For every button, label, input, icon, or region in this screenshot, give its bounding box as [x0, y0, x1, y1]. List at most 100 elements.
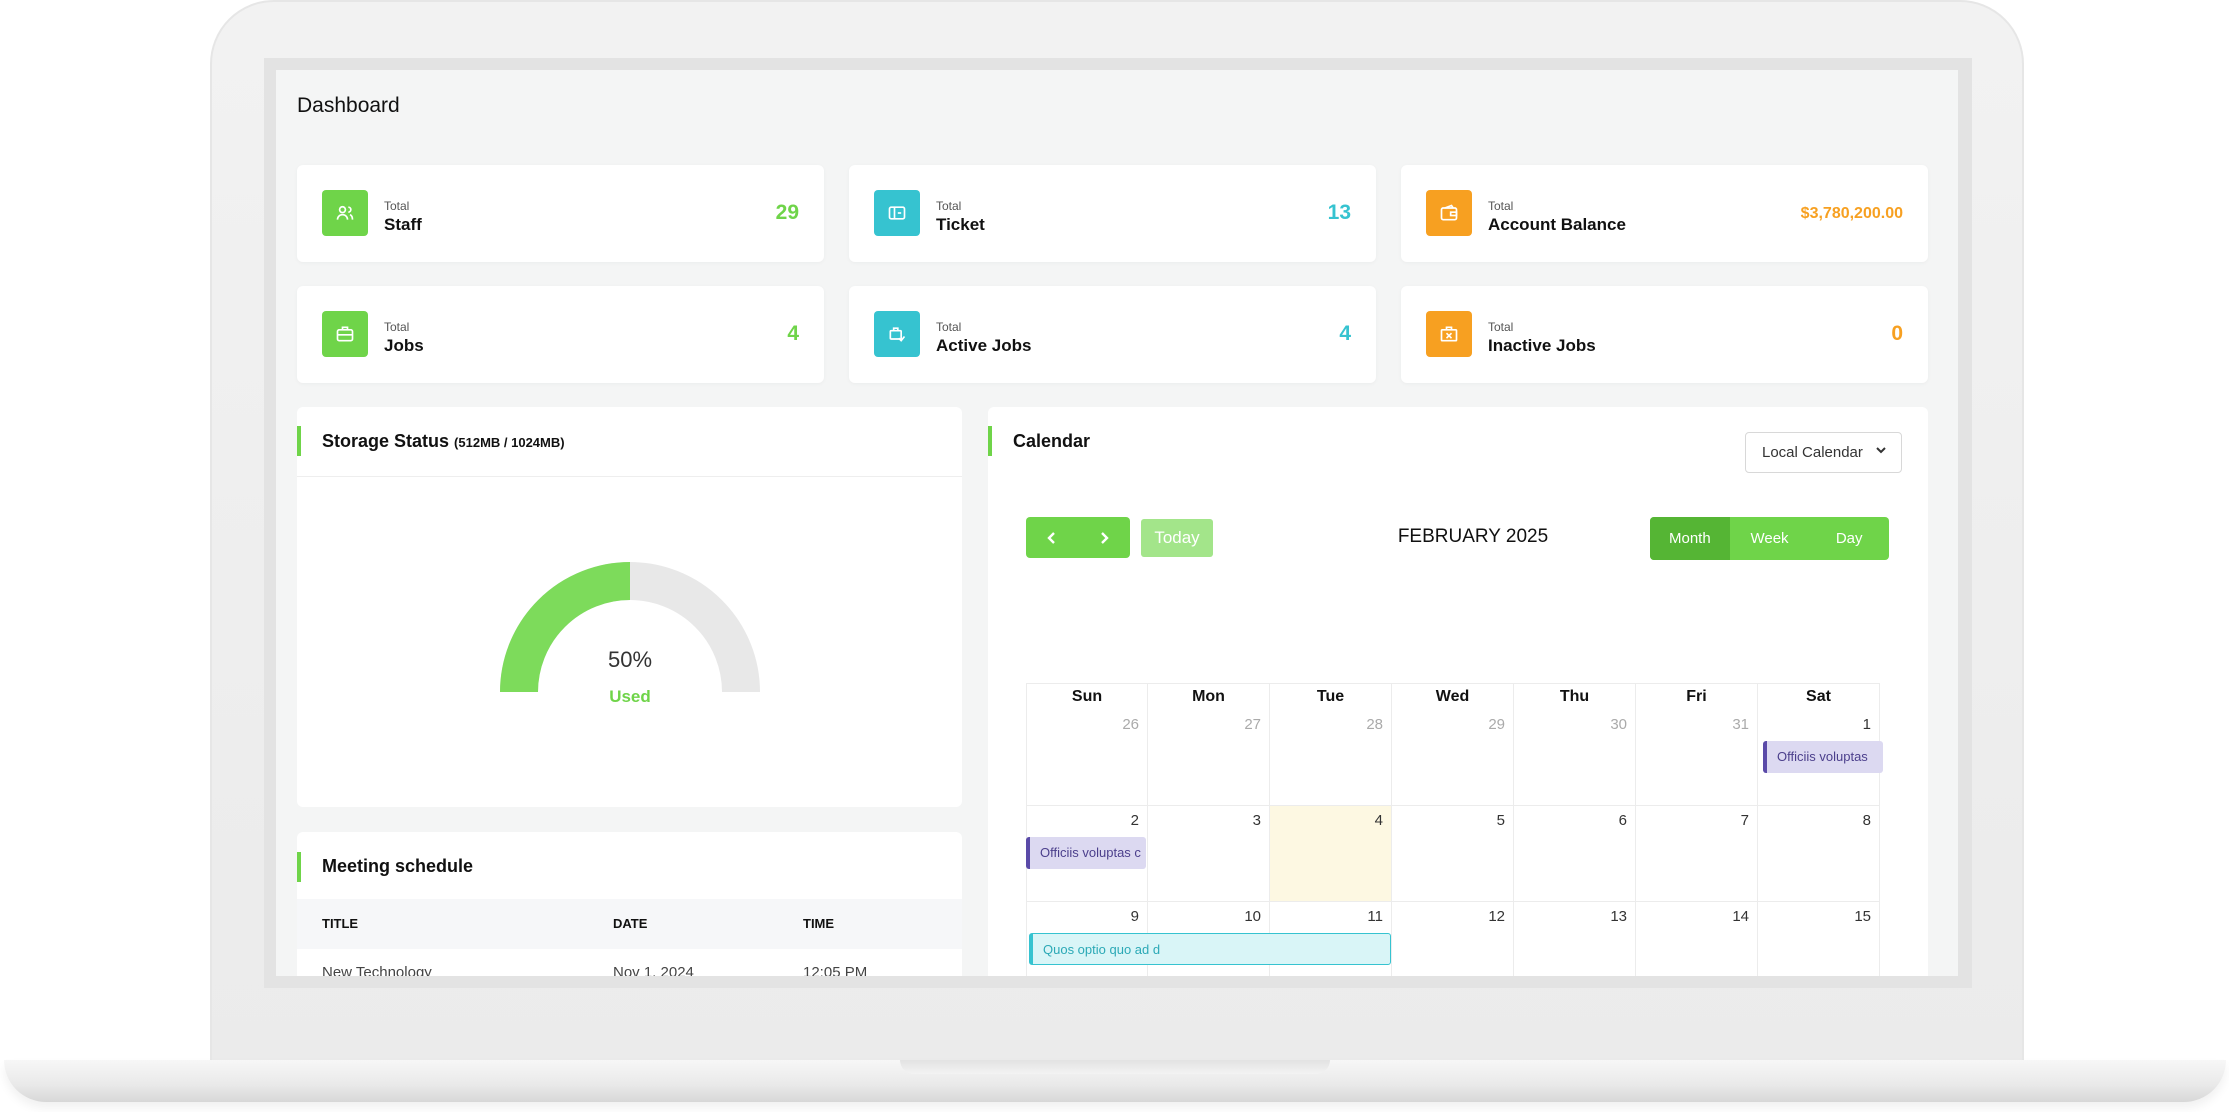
calendar-day-cell[interactable]: 7 — [1636, 806, 1758, 902]
today-button[interactable]: Today — [1141, 519, 1213, 557]
stat-card-active-jobs[interactable]: Total Active Jobs 4 — [849, 286, 1376, 383]
calendar-day-cell[interactable]: 28 — [1270, 710, 1392, 806]
stat-label: Active Jobs — [936, 336, 1032, 355]
stat-label: Staff — [384, 215, 422, 234]
next-month-button[interactable] — [1078, 517, 1130, 558]
meeting-row-date: Nov 1, 2024 — [613, 964, 694, 976]
calendar-day-number: 27 — [1244, 716, 1261, 733]
calendar-source-value: Local Calendar — [1762, 444, 1863, 461]
stat-value: 4 — [1339, 322, 1351, 345]
column-header-time: TIME — [803, 916, 835, 931]
calendar-view-group: Month Week Day — [1650, 517, 1889, 560]
calendar-day-number: 13 — [1610, 908, 1627, 925]
calendar-day-number: 8 — [1862, 812, 1871, 829]
panel-accent-bar — [297, 426, 301, 456]
column-header-date: DATE — [613, 916, 648, 931]
calendar-day-number: 28 — [1366, 716, 1383, 733]
stat-card-ticket[interactable]: Total Ticket 13 — [849, 165, 1376, 262]
screen: Dashboard Total Staff 29 Total Ticket 13… — [276, 70, 1958, 976]
calendar-event[interactable]: Quos optio quo ad d — [1029, 933, 1391, 965]
weekday-header-mon: Mon — [1148, 683, 1270, 710]
stat-card-jobs[interactable]: Total Jobs 4 — [297, 286, 824, 383]
weekday-header-thu: Thu — [1514, 683, 1636, 710]
chevron-right-icon — [1101, 531, 1109, 544]
weekday-header-fri: Fri — [1636, 683, 1758, 710]
stat-caption: Total — [936, 320, 962, 334]
view-week-button[interactable]: Week — [1730, 517, 1810, 560]
stat-caption: Total — [1488, 199, 1514, 213]
calendar-title: Calendar — [1013, 431, 1091, 451]
stat-card-account-balance[interactable]: Total Account Balance $3,780,200.00 — [1401, 165, 1928, 262]
column-header-title: TITLE — [322, 916, 359, 931]
users-icon — [322, 190, 368, 236]
storage-subtitle: (512MB / 1024MB) — [454, 435, 565, 450]
stat-label: Jobs — [384, 336, 424, 355]
storage-title-text: Storage Status — [322, 431, 450, 451]
stat-label: Ticket — [936, 215, 985, 234]
stat-value: 13 — [1327, 201, 1351, 224]
wallet-icon — [1426, 190, 1472, 236]
calendar-day-number: 1 — [1862, 716, 1871, 733]
gauge-used-label: Used — [609, 687, 651, 706]
meeting-row-title[interactable]: New Technology — [322, 964, 432, 976]
calendar-day-cell[interactable]: 29 — [1392, 710, 1514, 806]
calendar-day-cell[interactable]: 8 — [1758, 806, 1880, 902]
calendar-day-number: 3 — [1252, 812, 1261, 829]
gauge-percent: 50% — [608, 647, 652, 672]
calendar-day-number: 31 — [1732, 716, 1749, 733]
calendar-nav-group — [1026, 517, 1130, 558]
stat-value: 0 — [1891, 322, 1903, 345]
calendar-day-number: 4 — [1374, 812, 1383, 829]
stat-card-inactive-jobs[interactable]: Total Inactive Jobs 0 — [1401, 286, 1928, 383]
calendar-day-cell[interactable]: 30 — [1514, 710, 1636, 806]
panel-accent-bar — [297, 852, 301, 882]
job-inactive-icon — [1426, 311, 1472, 357]
calendar-day-cell[interactable]: 4 — [1270, 806, 1392, 902]
stat-value: 4 — [787, 322, 799, 345]
calendar-day-number: 2 — [1130, 812, 1139, 829]
stat-caption: Total — [384, 199, 410, 213]
panel-accent-bar — [988, 426, 992, 456]
calendar-day-number: 26 — [1122, 716, 1139, 733]
ticket-icon — [874, 190, 920, 236]
calendar-day-cell[interactable]: 5 — [1392, 806, 1514, 902]
calendar-day-number: 14 — [1732, 908, 1749, 925]
calendar-day-number: 10 — [1244, 908, 1261, 925]
calendar-day-cell[interactable]: 3 — [1148, 806, 1270, 902]
meeting-title: Meeting schedule — [322, 856, 474, 876]
calendar-day-number: 29 — [1488, 716, 1505, 733]
weekday-header-sun: Sun — [1026, 683, 1148, 710]
calendar-day-number: 12 — [1488, 908, 1505, 925]
calendar-month-label: FEBRUARY 2025 — [1397, 526, 1549, 547]
briefcase-icon — [322, 311, 368, 357]
calendar-day-cell[interactable]: 15 — [1758, 902, 1880, 976]
weekday-header-tue: Tue — [1270, 683, 1392, 710]
calendar-event[interactable]: Officiis voluptas c — [1026, 837, 1146, 869]
view-month-button[interactable]: Month — [1650, 517, 1730, 560]
prev-month-button[interactable] — [1026, 517, 1078, 558]
calendar-day-cell[interactable]: 12 — [1392, 902, 1514, 976]
page-title: Dashboard — [297, 94, 400, 117]
calendar-day-number: 9 — [1130, 908, 1139, 925]
calendar-source-select[interactable]: Local Calendar — [1745, 432, 1902, 473]
calendar-day-number: 15 — [1854, 908, 1871, 925]
stat-label: Inactive Jobs — [1488, 336, 1596, 355]
view-day-button[interactable]: Day — [1809, 517, 1889, 560]
laptop-notch — [900, 1060, 1330, 1074]
calendar-day-cell[interactable]: 27 — [1148, 710, 1270, 806]
calendar-day-number: 11 — [1367, 908, 1383, 925]
calendar-day-cell[interactable]: 6 — [1514, 806, 1636, 902]
storage-title: Storage Status (512MB / 1024MB) — [322, 431, 565, 452]
stat-value: $3,780,200.00 — [1800, 205, 1903, 222]
calendar-day-number: 7 — [1740, 812, 1749, 829]
storage-gauge: 50% Used — [500, 562, 760, 706]
weekday-header-wed: Wed — [1392, 683, 1514, 710]
calendar-day-cell[interactable]: 31 — [1636, 710, 1758, 806]
stat-card-staff[interactable]: Total Staff 29 — [297, 165, 824, 262]
meeting-panel: Meeting schedule TITLE DATE TIME New Tec… — [297, 832, 962, 976]
calendar-day-cell[interactable]: 13 — [1514, 902, 1636, 976]
calendar-day-number: 6 — [1618, 812, 1627, 829]
calendar-day-cell[interactable]: 14 — [1636, 902, 1758, 976]
calendar-event[interactable]: Officiis voluptas — [1763, 741, 1883, 773]
calendar-day-cell[interactable]: 26 — [1026, 710, 1148, 806]
